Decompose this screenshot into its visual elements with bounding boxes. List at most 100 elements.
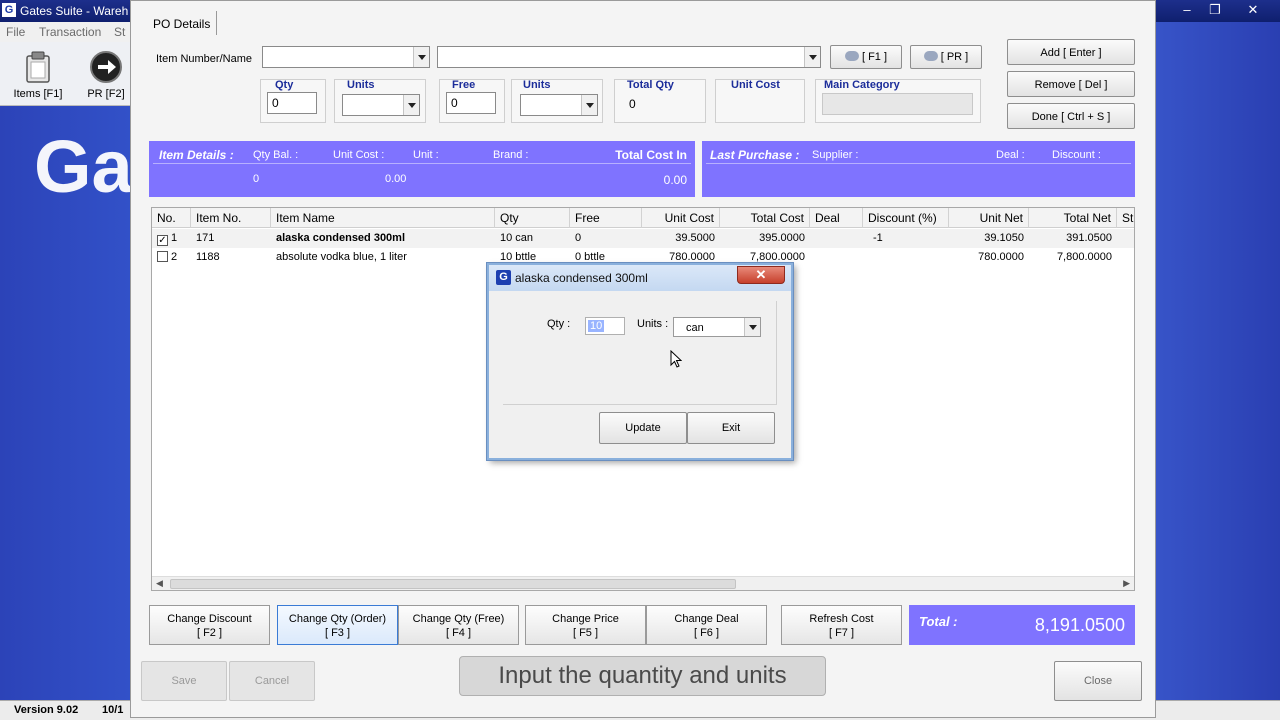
change-qty-dialog: G alaska condensed 300ml ✕ Qty : 10 Unit… <box>487 263 793 460</box>
dialog-units-combo[interactable]: can <box>673 317 761 337</box>
cell-qty: 10 can <box>500 232 534 244</box>
scroll-left-icon[interactable]: ◀ <box>156 578 163 589</box>
cell-unit-net: 780.0000 <box>978 251 1024 263</box>
tab-po-details-label: PO Details <box>153 17 211 31</box>
menu-st[interactable]: St <box>114 25 125 39</box>
tutorial-caption: Input the quantity and units <box>459 656 826 696</box>
item-number-combo[interactable] <box>262 46 430 68</box>
free-input[interactable]: 0 <box>446 92 496 114</box>
col-no[interactable]: No. <box>152 208 191 228</box>
dialog-qty-input[interactable]: 10 <box>585 317 625 335</box>
cell-unit-net: 39.1050 <box>984 232 1024 244</box>
change-discount-button[interactable]: Change Discount [ F2 ] <box>149 605 270 645</box>
total-cost-in-label: Total Cost In <box>615 148 687 162</box>
free-units-combo[interactable] <box>520 94 598 116</box>
chevron-down-icon[interactable] <box>804 47 820 67</box>
main-category-field <box>822 93 973 115</box>
col-total-cost[interactable]: Total Cost <box>720 208 810 228</box>
last-purchase-header: Last Purchase : <box>710 148 800 162</box>
update-button[interactable]: Update <box>599 412 687 444</box>
horizontal-scrollbar[interactable]: ◀ ▶ <box>152 576 1134 590</box>
cell-discount: -1 <box>873 232 883 244</box>
scroll-right-icon[interactable]: ▶ <box>1123 578 1130 589</box>
item-details-banner: Item Details : Qty Bal. : Unit Cost : Un… <box>149 141 695 197</box>
col-item-no[interactable]: Item No. <box>191 208 271 228</box>
total-qty-label: Total Qty <box>627 79 674 91</box>
remove-button[interactable]: Remove [ Del ] <box>1007 71 1135 97</box>
app-logo-icon: G <box>496 270 511 285</box>
pr-search-button[interactable]: [ PR ] <box>910 45 982 69</box>
unit-cost-detail-value: 0.00 <box>385 173 407 185</box>
search-people-icon <box>844 51 859 61</box>
col-total-net[interactable]: Total Net <box>1029 208 1117 228</box>
close-button[interactable]: Close <box>1054 661 1142 701</box>
restore-icon[interactable]: ❐ <box>1202 1 1228 19</box>
main-category-label: Main Category <box>824 79 900 91</box>
app-menubar: File Transaction St <box>0 22 130 42</box>
app-toolbar: Items [F1] PR [F2] <box>0 42 130 106</box>
f1-search-button[interactable]: [ F1 ] <box>830 45 902 69</box>
app-logo-icon: G <box>2 3 16 17</box>
cell-free: 0 <box>575 232 582 244</box>
change-price-button[interactable]: Change Price [ F5 ] <box>525 605 646 645</box>
status-date: 10/1 <box>102 704 124 716</box>
units2-label: Units <box>523 79 551 91</box>
chevron-down-icon[interactable] <box>413 47 429 67</box>
menu-transaction[interactable]: Transaction <box>39 25 101 39</box>
discount-label: Discount : <box>1052 149 1101 161</box>
chevron-down-icon[interactable] <box>403 95 419 115</box>
row-checkbox[interactable] <box>157 251 168 262</box>
cancel-button[interactable]: Cancel <box>229 661 315 701</box>
exit-button[interactable]: Exit <box>687 412 775 444</box>
item-description-combo[interactable] <box>437 46 821 68</box>
unit-detail-label: Unit : <box>413 149 439 161</box>
chevron-down-icon[interactable] <box>744 318 760 336</box>
total-panel: Total : 8,191.0500 <box>909 605 1135 645</box>
dialog-close-icon[interactable]: ✕ <box>737 266 785 284</box>
col-qty[interactable]: Qty <box>495 208 570 228</box>
unit-cost-detail-label: Unit Cost : <box>333 149 385 161</box>
save-button[interactable]: Save <box>141 661 227 701</box>
menu-file[interactable]: File <box>6 25 25 39</box>
qty-input[interactable]: 0 <box>267 92 317 114</box>
pr-toolbar-label: PR [F2] <box>87 88 125 100</box>
add-button[interactable]: Add [ Enter ] <box>1007 39 1135 65</box>
col-free[interactable]: Free <box>570 208 642 228</box>
tab-po-details[interactable]: PO Details <box>147 11 217 35</box>
last-purchase-banner: Last Purchase : Supplier : Deal : Discou… <box>702 141 1135 197</box>
cell-unit-cost: 39.5000 <box>675 232 715 244</box>
col-discount[interactable]: Discount (%) <box>863 208 949 228</box>
pr-toolbar-button[interactable]: PR [F2] <box>78 46 134 104</box>
app-background-right <box>1150 22 1280 700</box>
units-label: Units <box>347 79 375 91</box>
item-details-header: Item Details : <box>159 148 234 162</box>
minimize-icon[interactable]: – <box>1174 1 1200 19</box>
qty-label: Qty <box>275 79 294 91</box>
col-unit-net[interactable]: Unit Net <box>949 208 1029 228</box>
items-toolbar-button[interactable]: Items [F1] <box>10 46 66 104</box>
search-people-icon <box>923 51 938 61</box>
items-toolbar-label: Items [F1] <box>13 88 63 100</box>
arrow-right-icon <box>90 51 122 83</box>
scrollbar-thumb[interactable] <box>170 579 736 589</box>
free-label: Free <box>452 79 476 91</box>
change-deal-button[interactable]: Change Deal [ F6 ] <box>646 605 767 645</box>
mouse-cursor-icon <box>670 350 682 368</box>
table-row[interactable]: ✓ 1 171 alaska condensed 300ml 10 can 0 3… <box>152 229 1134 248</box>
change-qty-order-button[interactable]: Change Qty (Order) [ F3 ] <box>277 605 398 645</box>
window-close-icon[interactable]: ✕ <box>1240 1 1266 19</box>
col-st[interactable]: St <box>1117 208 1134 228</box>
units-combo[interactable] <box>342 94 420 116</box>
col-item-name[interactable]: Item Name <box>271 208 495 228</box>
dialog-qty-label: Qty : <box>547 318 571 330</box>
chevron-down-icon[interactable] <box>581 95 597 115</box>
cell-item-no: 1188 <box>196 251 220 263</box>
col-deal[interactable]: Deal <box>810 208 863 228</box>
refresh-cost-button[interactable]: Refresh Cost [ F7 ] <box>781 605 902 645</box>
dialog-titlebar[interactable]: G alaska condensed 300ml ✕ <box>489 265 791 291</box>
change-qty-free-button[interactable]: Change Qty (Free) [ F4 ] <box>398 605 519 645</box>
col-unit-cost[interactable]: Unit Cost <box>642 208 720 228</box>
row-checkbox[interactable]: ✓ <box>157 235 168 246</box>
done-button[interactable]: Done [ Ctrl + S ] <box>1007 103 1135 129</box>
clipboard-icon <box>26 51 50 83</box>
